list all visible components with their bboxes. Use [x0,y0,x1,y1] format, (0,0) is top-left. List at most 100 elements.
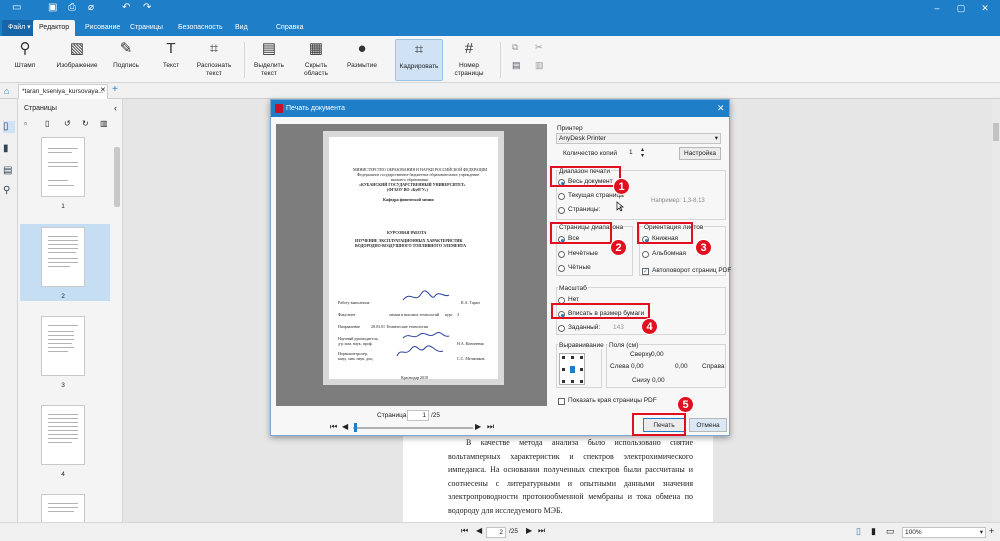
highlight-box [550,166,621,187]
next-page-icon[interactable]: ▶ [475,422,481,431]
vertical-scrollbar[interactable] [992,99,1000,522]
page-number-input[interactable]: 2 [486,527,506,538]
redo-icon[interactable]: ↷ [143,2,151,14]
add-tab-icon[interactable]: + [112,84,118,95]
delete-icon[interactable]: ▥ [535,60,544,71]
fit-view-icon[interactable]: ▭ [886,526,895,537]
image-button[interactable]: ▧ Изображение [54,39,100,81]
select-text-button[interactable]: ▤ Выделить текст [252,39,286,81]
even-pages-radio[interactable] [558,265,565,272]
paste-icon[interactable]: ▤ [512,60,521,71]
last-page-icon[interactable]: ⏭ [538,526,545,536]
current-page-radio[interactable] [558,193,565,200]
hide-area-button[interactable]: ▦ Скрыть область [298,39,334,81]
tab-security[interactable]: Безопасность [172,20,229,36]
attachments-icon[interactable]: ▤ [3,165,15,177]
chevron-down-icon: ▾ [714,135,718,142]
custom-scale-radio[interactable] [558,325,565,332]
prev-page-icon[interactable]: ◀ [476,526,482,535]
home-icon[interactable]: ⌂ [4,86,9,96]
first-page-icon[interactable]: ⏮ [330,422,337,432]
folder-icon[interactable]: ▭ [12,2,21,14]
stamp-button[interactable]: ⚲ Штамп [10,39,40,81]
next-page-icon[interactable]: ▶ [526,526,532,535]
page-thumbnail[interactable] [41,137,85,197]
signature-icon: ✎ [119,40,133,57]
preview-slider-handle[interactable] [354,423,357,432]
last-page-icon[interactable]: ⏭ [487,422,494,432]
ribbon-divider [500,42,501,78]
margin-bottom-input[interactable]: 0,00 [652,377,665,384]
preview-line: 3 [457,312,459,317]
dialog-close-icon[interactable]: ✕ [717,103,725,114]
single-page-view-icon[interactable]: ▯ [856,526,861,537]
tab-help[interactable]: Справка [270,20,309,36]
margin-right-input[interactable]: 0,00 [675,363,688,370]
delete-page-icon[interactable]: ▥ [100,119,108,128]
odd-pages-radio[interactable] [558,251,565,258]
pages-panel: Страницы ‹ ▫ ▯ ↺ ↻ ▥ 1 2 3 4 [18,99,123,541]
custom-scale-value[interactable]: 143 [613,324,624,331]
rotate-left-icon[interactable]: ↺ [64,119,71,128]
page-thumbnail[interactable] [41,316,85,376]
first-page-icon[interactable]: ⏮ [461,526,468,536]
document-tab[interactable]: *taran_kseniya_kursovaya... [18,84,108,99]
margin-left-input[interactable]: 0,00 [631,363,644,370]
undo-icon[interactable]: ↶ [122,2,130,14]
tab-editor[interactable]: Редактор [33,20,76,36]
page-thumbnail[interactable] [41,227,85,287]
margin-top-input[interactable]: 0,00 [651,351,664,358]
spinner-icon[interactable]: ▴ ▾ [641,147,644,159]
preview-slider[interactable] [353,427,473,429]
prev-page-icon[interactable]: ◀ [342,422,348,431]
text-button[interactable]: T Текст [157,39,185,81]
recognize-text-button[interactable]: ⌗ Распознать текст [192,39,236,81]
preview-line: д-р хим. наук, проф. [338,341,373,346]
autorotate-checkbox[interactable]: ✓ [642,268,649,275]
crop-button[interactable]: ⌗ Кадрировать [395,39,443,81]
two-page-view-icon[interactable]: ▮ [871,526,876,537]
page-properties-icon[interactable]: ▫ [24,119,27,128]
save-icon[interactable]: ▣ [48,2,57,14]
panel-scrollbar[interactable] [114,147,120,207]
custom-scale-label: Заданный: [568,324,601,331]
tab-view[interactable]: Вид [229,20,254,36]
collapse-panel-icon[interactable]: ‹ [114,103,117,113]
page-number-button[interactable]: # Номер страницы [450,39,488,81]
copy-icon[interactable]: ⧉ [512,42,518,53]
tab-drawing[interactable]: Рисование [79,20,126,36]
bookmarks-icon[interactable]: ▮ [3,143,15,155]
landscape-radio[interactable] [642,251,649,258]
alignment-grid[interactable] [559,353,585,385]
close-icon[interactable]: ✕ [976,1,994,15]
pages-radio[interactable] [558,207,565,214]
scroll-thumb[interactable] [993,123,999,141]
tab-file[interactable]: Файл ▾ [2,20,37,36]
maximize-icon[interactable]: ▢ [952,1,970,15]
signature-button[interactable]: ✎ Подпись [106,39,146,81]
stamp-label: Штамп [14,62,36,69]
insert-page-icon[interactable]: ▯ [45,119,49,128]
search-icon[interactable]: ⚲ [3,185,15,197]
cancel-button[interactable]: Отмена [689,418,727,432]
zoom-select[interactable]: 100% ▾ [902,527,986,538]
pages-icon[interactable]: ▯ [3,121,15,133]
show-edges-checkbox[interactable] [558,398,565,405]
blur-button[interactable]: ● Размытие [342,39,382,81]
close-tab-icon[interactable]: ✕ [100,86,106,94]
printer-select[interactable]: AnyDesk Printer ▾ [556,133,721,144]
zoom-in-icon[interactable]: + [989,526,994,536]
preview-page-input[interactable]: 1 [407,410,429,421]
page-thumbnail[interactable] [41,405,85,465]
page-total: /25 [509,528,519,535]
page-thumbnail[interactable] [41,494,85,524]
tab-pages[interactable]: Страницы [124,20,169,36]
setup-button[interactable]: Настройка [679,147,721,160]
minimize-icon[interactable]: – [928,1,946,15]
crop-icon: ⌗ [414,41,424,58]
rotate-right-icon[interactable]: ↻ [82,119,89,128]
print-icon[interactable]: ⎙ [68,2,76,14]
thumb-number: 3 [61,382,65,389]
scan-icon[interactable]: ⌀ [88,2,94,14]
cut-icon[interactable]: ✂ [535,42,543,53]
